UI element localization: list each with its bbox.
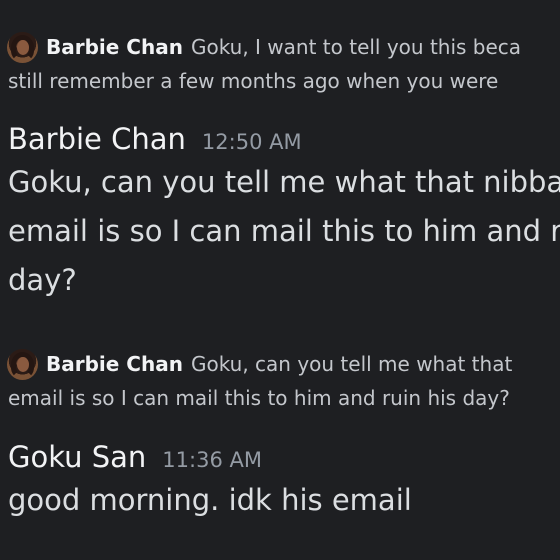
reply-text: Goku, can you tell me what that bbox=[190, 352, 513, 376]
message: Goku San 11:36 AM good morning. idk his … bbox=[8, 440, 560, 525]
chat-view: Barbie Chan Goku, I want to tell you thi… bbox=[0, 0, 560, 560]
message-line: day? bbox=[8, 263, 77, 297]
reply-text: Goku, I want to tell you this beca bbox=[190, 35, 522, 59]
reply-author[interactable]: Barbie Chan bbox=[46, 352, 183, 376]
reply-preview-header: Barbie Chan Goku, can you tell me what t… bbox=[0, 347, 560, 381]
reply-text-continued: still remember a few months ago when you… bbox=[8, 69, 499, 93]
message-author[interactable]: Barbie Chan bbox=[8, 122, 186, 156]
message: Barbie Chan 12:50 AM Goku, can you tell … bbox=[8, 122, 560, 305]
reply-preview-header: Barbie Chan Goku, I want to tell you thi… bbox=[0, 30, 560, 64]
reply-text-continued: email is so I can mail this to him and r… bbox=[8, 386, 510, 410]
message-timestamp: 11:36 AM bbox=[162, 448, 262, 472]
reply-author[interactable]: Barbie Chan bbox=[46, 35, 183, 59]
reply-preview[interactable]: Barbie Chan Goku, I want to tell you thi… bbox=[0, 30, 560, 98]
message-line: Goku, can you tell me what that nibba bbox=[8, 165, 560, 199]
message-body: Goku, can you tell me what that nibba em… bbox=[8, 158, 560, 305]
avatar[interactable] bbox=[7, 31, 38, 63]
message-author[interactable]: Goku San bbox=[8, 440, 146, 474]
message-timestamp: 12:50 AM bbox=[201, 130, 302, 154]
message-header: Goku San 11:36 AM bbox=[8, 440, 560, 474]
message-header: Barbie Chan 12:50 AM bbox=[8, 122, 560, 156]
message-line: good morning. idk his email bbox=[8, 483, 412, 517]
message-line: email is so I can mail this to him and r… bbox=[8, 214, 560, 248]
reply-preview[interactable]: Barbie Chan Goku, can you tell me what t… bbox=[0, 347, 560, 415]
message-body: good morning. idk his email bbox=[8, 476, 560, 525]
avatar[interactable] bbox=[7, 348, 38, 380]
